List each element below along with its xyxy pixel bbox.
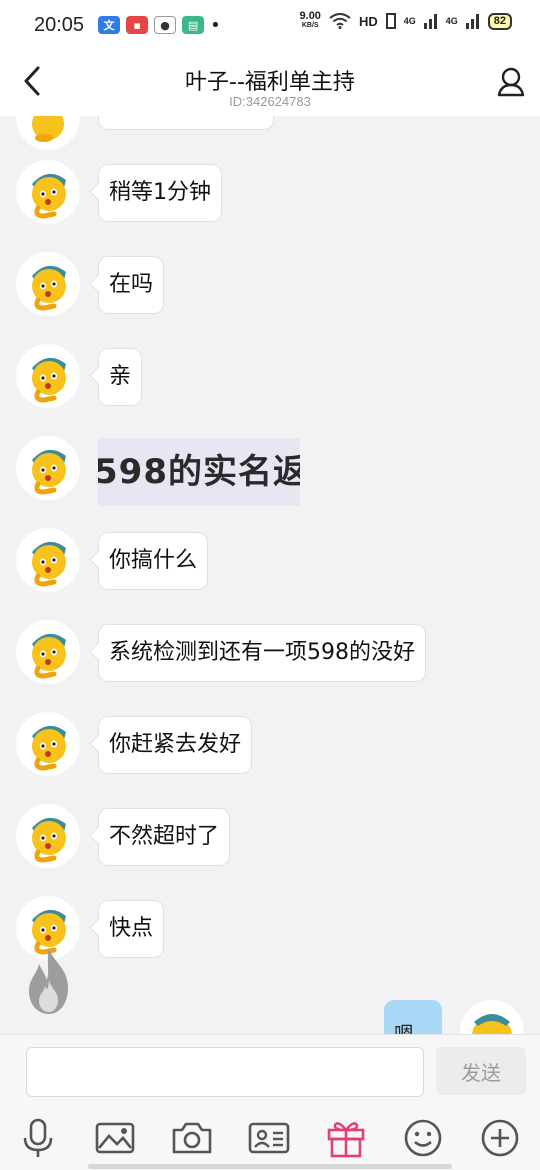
battery-indicator: 82 xyxy=(487,12,512,30)
message-input[interactable] xyxy=(26,1047,424,1097)
message-bubble[interactable] xyxy=(98,116,274,130)
sender-avatar[interactable] xyxy=(16,344,80,408)
wechat-icon: ● xyxy=(154,16,177,34)
sender-avatar[interactable] xyxy=(16,620,80,684)
status-time: 20:05 xyxy=(34,13,85,36)
hd-indicator: HD xyxy=(358,13,378,29)
sender-avatar[interactable] xyxy=(16,528,80,592)
contact-card-icon[interactable] xyxy=(247,1116,291,1160)
chat-user-id: ID:342624783 xyxy=(229,94,311,109)
network-speed: 9.00 KB/S xyxy=(299,10,321,30)
input-bar: 发送 xyxy=(0,1034,540,1110)
message-bubble[interactable]: 不然超时了 xyxy=(98,808,231,866)
image-icon[interactable] xyxy=(93,1116,137,1160)
image-message[interactable]: 598的实名返 xyxy=(98,438,300,506)
sender-avatar[interactable] xyxy=(16,712,80,776)
message-bubble[interactable]: 你赶紧去发好 xyxy=(98,716,253,774)
signal-1-label: 4G xyxy=(403,16,416,26)
message-bubble[interactable]: 在吗 xyxy=(98,256,165,314)
message-bubble[interactable]: 稍等1分钟 xyxy=(98,164,222,222)
message-bubble[interactable]: 快点 xyxy=(98,900,165,958)
status-indicators: 9.00 KB/S HD 4G 4G 82 xyxy=(299,10,512,30)
home-indicator xyxy=(88,1164,452,1169)
outgoing-message-bubble[interactable]: 嗯 xyxy=(384,1000,442,1034)
message-bubble[interactable]: 你搞什么 xyxy=(98,532,209,590)
message-list[interactable]: 稍等1分钟在吗亲 598的实名返你搞什么系统检测到还有一项598的没好 你赶紧去发好… xyxy=(0,116,540,1034)
wifi-icon xyxy=(329,13,351,29)
signal-2-label: 4G xyxy=(445,16,458,26)
gift-icon[interactable] xyxy=(324,1116,368,1160)
message-bubble[interactable]: 系统检测到还有一项598的没好 xyxy=(98,624,426,682)
sender-avatar[interactable] xyxy=(16,436,80,500)
microphone-icon[interactable] xyxy=(16,1116,60,1160)
app-notification-icon: ▪ xyxy=(126,16,149,34)
chat-title: 叶子--福利单主持 xyxy=(185,70,355,95)
chat-header: 叶子--福利单主持 ID:342624783 xyxy=(0,50,540,116)
status-bar: 20:05 文 ▪ ● ▤ • 9.00 KB/S HD 4G 4G 82 xyxy=(0,0,540,50)
emoji-icon[interactable] xyxy=(401,1116,445,1160)
sender-avatar[interactable] xyxy=(16,252,80,316)
sender-avatar[interactable] xyxy=(16,116,80,150)
camera-icon[interactable] xyxy=(170,1116,214,1160)
notification-dot: • xyxy=(210,14,221,36)
plus-icon[interactable] xyxy=(478,1116,522,1160)
signal-icon xyxy=(423,14,437,29)
my-avatar[interactable] xyxy=(460,1000,524,1034)
fire-icon xyxy=(29,948,68,1014)
sender-avatar[interactable] xyxy=(16,160,80,224)
message-bubble[interactable]: 亲 xyxy=(98,348,143,406)
signal-icon xyxy=(465,14,479,29)
app-notification-icon: 文 xyxy=(98,16,121,34)
chat-toolbar xyxy=(0,1110,540,1170)
send-button[interactable]: 发送 xyxy=(436,1047,526,1095)
profile-icon[interactable] xyxy=(494,64,528,98)
volte-icon xyxy=(385,13,396,29)
app-notification-icon: ▤ xyxy=(182,16,205,34)
sender-avatar[interactable] xyxy=(16,804,80,868)
